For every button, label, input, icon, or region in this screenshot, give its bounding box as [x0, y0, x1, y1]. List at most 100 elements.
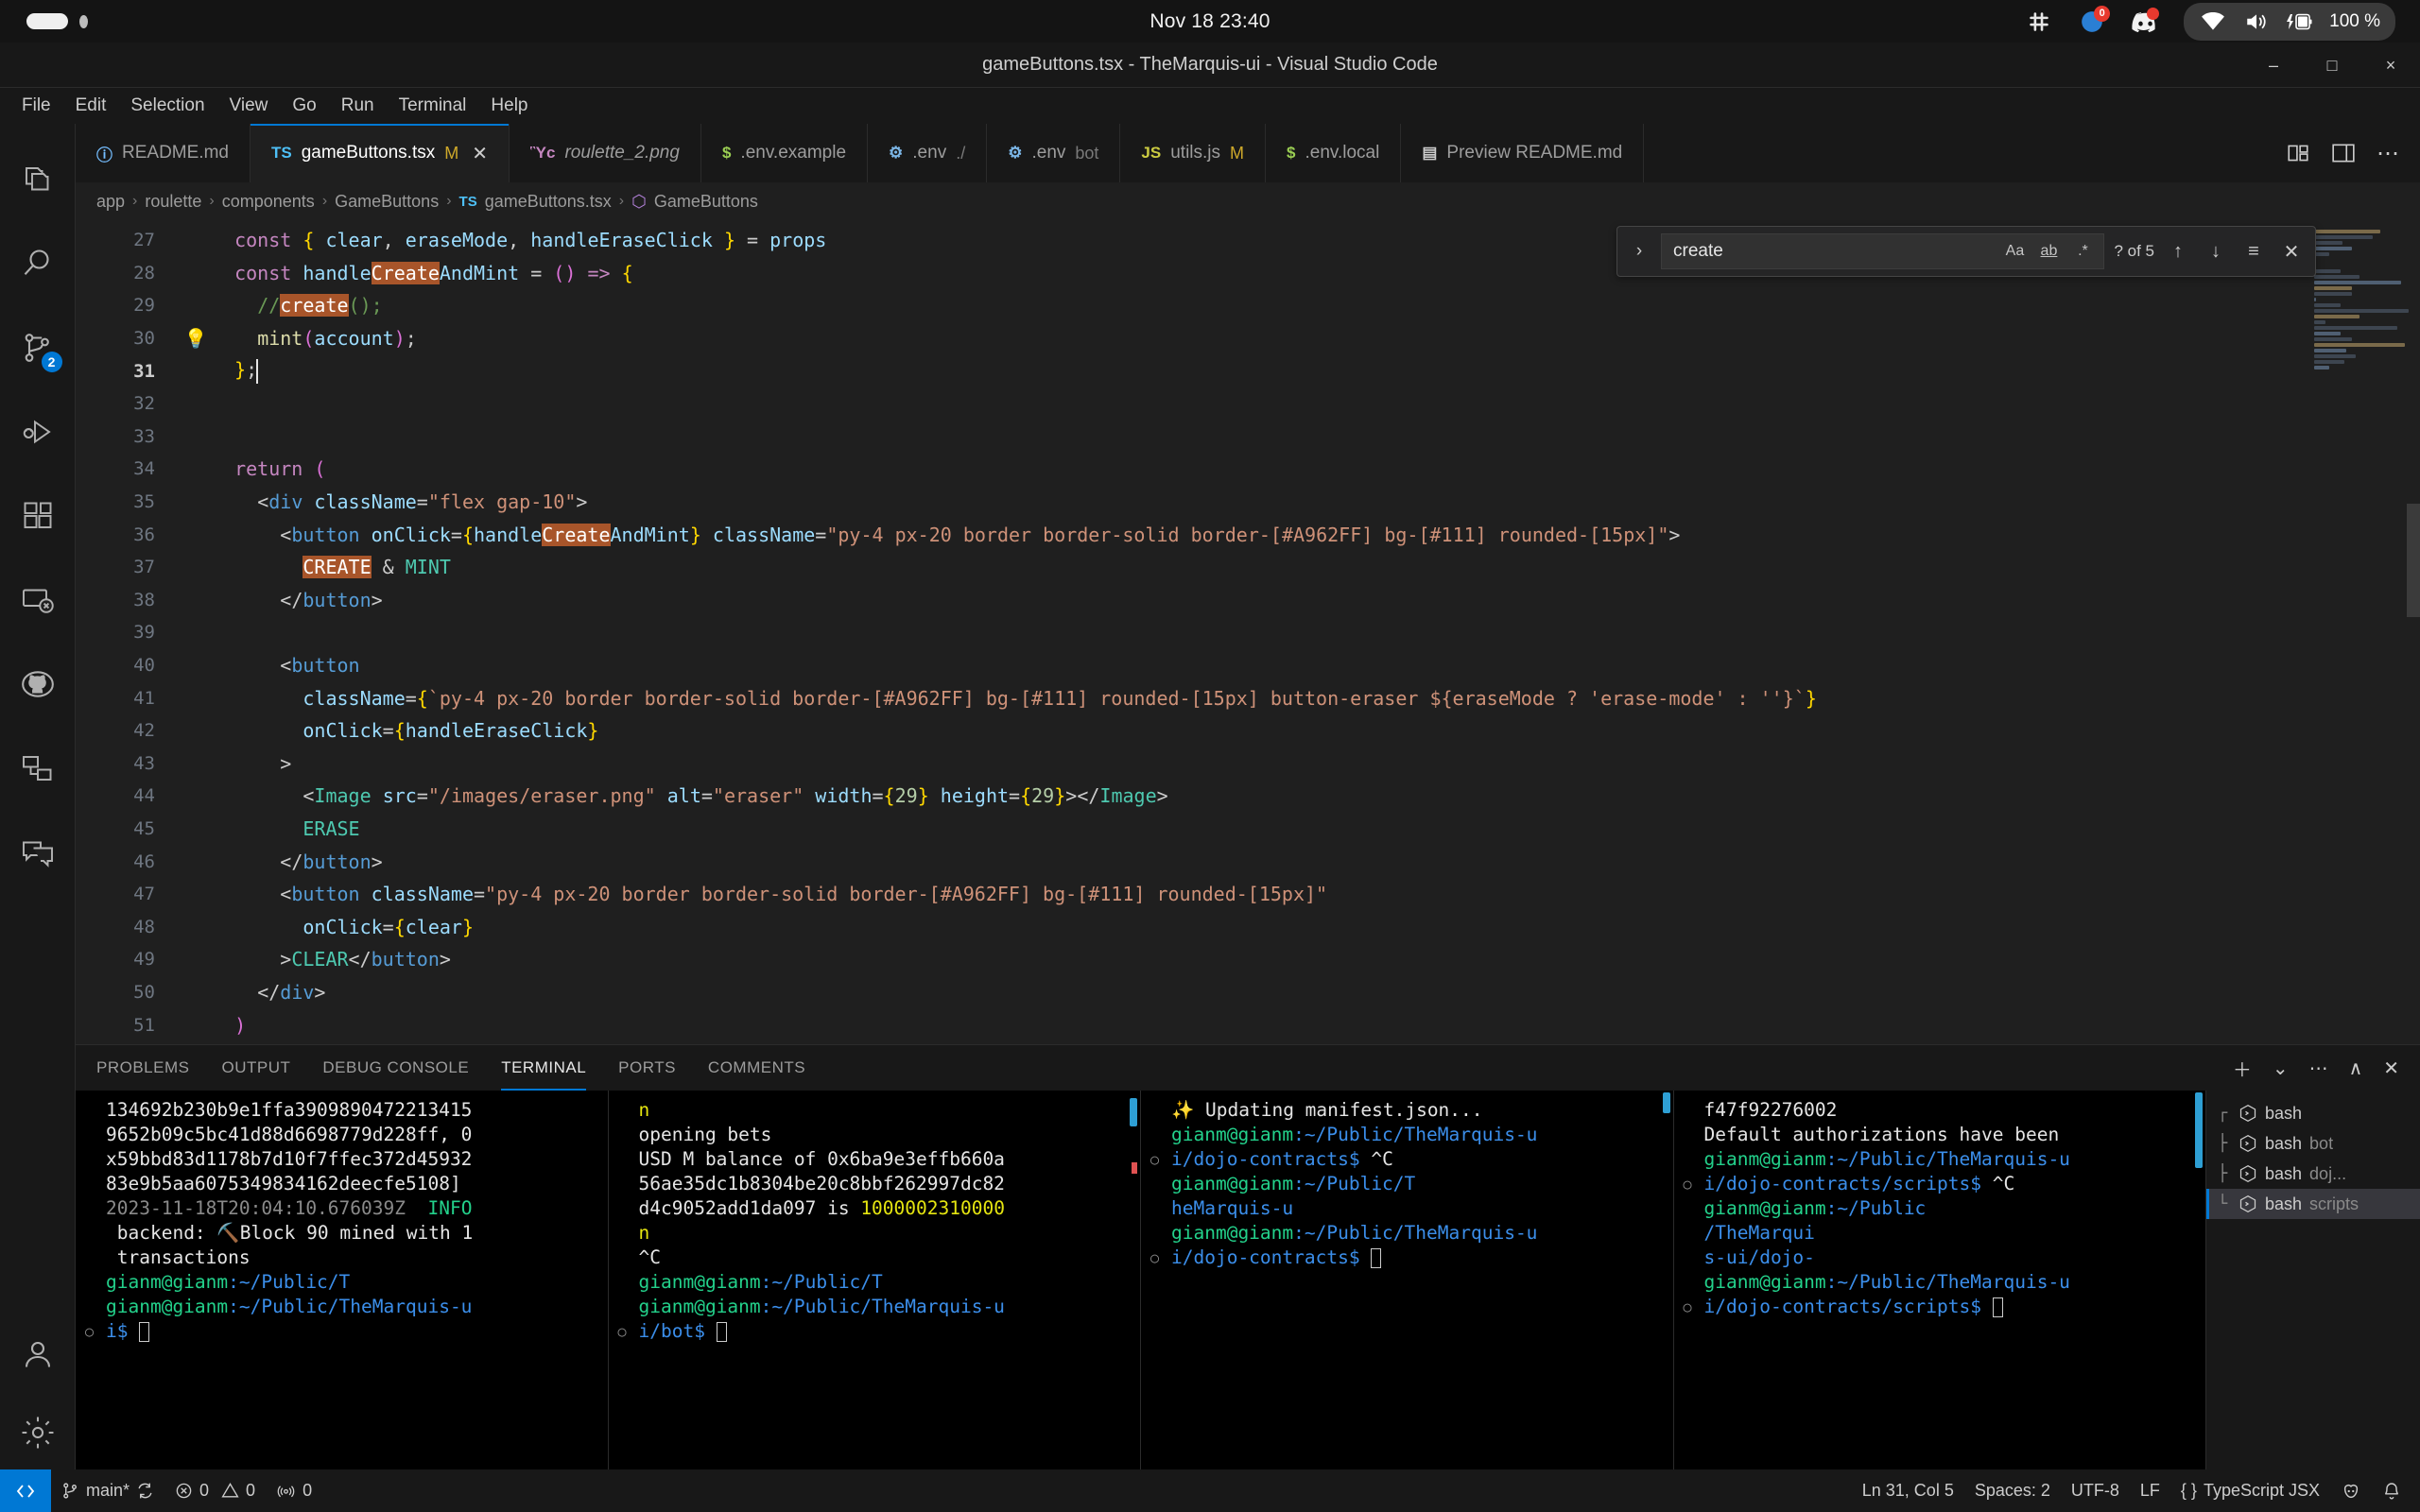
code-line[interactable]: 35 <div className="flex gap-10"> [76, 486, 2307, 519]
terminal-scrollbar[interactable] [1662, 1092, 1670, 1113]
terminal-scrollbar[interactable] [1130, 1098, 1137, 1126]
code-line[interactable]: 48 onClick={clear} [76, 910, 2307, 943]
sidebar-item-extensions[interactable] [0, 473, 76, 558]
editor-tab--env[interactable]: ⚙ .env ./ [868, 124, 988, 182]
toggle-replace-icon[interactable]: › [1627, 241, 1651, 262]
status-eol[interactable]: LF [2130, 1469, 2170, 1512]
code-lines[interactable]: 27 const { clear, eraseMode, handleErase… [76, 220, 2307, 1044]
code-line[interactable]: 39 [76, 616, 2307, 649]
terminal-dropdown-icon[interactable]: ⌄ [2273, 1057, 2289, 1080]
terminal-pane[interactable]: f47f92276002 Default authorizations have … [1673, 1091, 2206, 1469]
terminal-scrollbar[interactable] [2195, 1092, 2203, 1168]
new-terminal-icon[interactable]: ＋ [2233, 1055, 2252, 1082]
editor-tab-gamebuttons-tsx[interactable]: TS gameButtons.tsx M ✕ [250, 124, 510, 182]
tab-terminal[interactable]: TERMINAL [501, 1045, 587, 1091]
find-in-selection-icon[interactable]: ≡ [2239, 241, 2268, 263]
bell-icon[interactable] [2372, 1469, 2420, 1512]
status-branch[interactable]: main* [51, 1469, 164, 1512]
code-line[interactable]: 47 <button className="py-4 px-20 border … [76, 878, 2307, 911]
close-button[interactable]: × [2361, 43, 2420, 88]
sidebar-item-github[interactable] [0, 642, 76, 726]
sidebar-item-testing[interactable] [0, 726, 76, 810]
code-line[interactable]: 33 [76, 421, 2307, 454]
split-editor-icon[interactable] [2286, 142, 2310, 164]
status-encoding[interactable]: UTF-8 [2061, 1469, 2130, 1512]
minimap[interactable] [2307, 220, 2420, 1044]
menu-go[interactable]: Go [282, 93, 326, 119]
maximize-panel-icon[interactable]: ∧ [2349, 1057, 2363, 1080]
terminal-list-item[interactable]: ├ bash doj... [2206, 1159, 2420, 1189]
wifi-icon[interactable] [2199, 8, 2227, 36]
more-actions-icon[interactable]: ⋯ [2377, 140, 2399, 167]
code-line[interactable]: 30 💡 mint(account); [76, 322, 2307, 355]
terminal-list-item[interactable]: ┌ bash [2206, 1098, 2420, 1128]
menu-file[interactable]: File [11, 93, 61, 119]
terminal-list-item[interactable]: ├ bash bot [2206, 1128, 2420, 1159]
whole-word-icon[interactable]: ab [2035, 243, 2062, 260]
code-line[interactable]: 29 //create(); [76, 289, 2307, 322]
menu-terminal[interactable]: Terminal [389, 93, 477, 119]
remote-window-icon[interactable] [0, 1469, 51, 1512]
menu-view[interactable]: View [219, 93, 279, 119]
breadcrumb-item[interactable]: gameButtons.tsx [485, 192, 612, 212]
sidebar-item-remote-explorer[interactable] [0, 558, 76, 642]
code-line[interactable]: 45 ERASE [76, 813, 2307, 846]
settings-gear-icon[interactable] [0, 1396, 76, 1469]
maximize-button[interactable]: □ [2303, 43, 2361, 88]
editor-tab--env-local[interactable]: $ .env.local [1266, 124, 1402, 182]
terminal-list-item[interactable]: └ bash scripts [2206, 1189, 2420, 1219]
status-cursor-position[interactable]: Ln 31, Col 5 [1852, 1469, 1964, 1512]
minimize-button[interactable]: – [2244, 43, 2303, 88]
code-line[interactable]: 51 ) [76, 1008, 2307, 1041]
sidebar-item-source-control[interactable]: 2 [0, 305, 76, 389]
code-line[interactable]: 32 [76, 387, 2307, 421]
code-line[interactable]: 44 <Image src="/images/eraser.png" alt="… [76, 780, 2307, 813]
tab-problems[interactable]: PROBLEMS [96, 1045, 189, 1091]
tab-ports[interactable]: PORTS [618, 1045, 676, 1091]
status-problems[interactable]: 0 0 [164, 1469, 266, 1512]
sidebar-item-run-debug[interactable] [0, 389, 76, 473]
panel-more-actions-icon[interactable]: ⋯ [2309, 1057, 2328, 1080]
accounts-icon[interactable] [0, 1312, 76, 1396]
breadcrumb-item[interactable]: GameButtons [654, 192, 758, 212]
terminal-pane[interactable]: n opening bets USD M balance of 0x6ba9e3ef… [608, 1091, 1141, 1469]
tab-close-icon[interactable]: ✕ [472, 142, 488, 165]
find-widget[interactable]: › create Aa ab .* ? of 5 ↑ ↓ ≡ ✕ [1616, 226, 2316, 277]
prettier-icon[interactable] [2330, 1469, 2372, 1512]
status-language-mode[interactable]: { } TypeScript JSX [2170, 1469, 2330, 1512]
editor-tab-readme-md[interactable]: ⓘ README.md [76, 124, 251, 182]
battery-icon[interactable] [2286, 8, 2314, 36]
menu-run[interactable]: Run [331, 93, 385, 119]
close-find-icon[interactable]: ✕ [2277, 240, 2306, 264]
editor-tab-preview-readme-md[interactable]: ▤ Preview README.md [1401, 124, 1645, 182]
menu-selection[interactable]: Selection [120, 93, 215, 119]
find-previous-icon[interactable]: ↑ [2164, 241, 2192, 263]
breadcrumb-item[interactable]: roulette [145, 192, 201, 212]
tab-debug-console[interactable]: DEBUG CONSOLE [322, 1045, 469, 1091]
breadcrumb-item[interactable]: GameButtons [335, 192, 439, 212]
code-line[interactable]: 49 >CLEAR</button> [76, 943, 2307, 976]
breadcrumb-item[interactable]: app [96, 192, 125, 212]
menu-help[interactable]: Help [480, 93, 538, 119]
code-line[interactable]: 41 className={`py-4 px-20 border border-… [76, 681, 2307, 714]
slack-icon[interactable] [2025, 8, 2053, 36]
code-line[interactable]: 40 <button [76, 649, 2307, 682]
code-line[interactable]: 43 > [76, 747, 2307, 781]
terminal-list[interactable]: ┌ bash ├ bash bot ├ bash doj... └ bash scripts [2206, 1091, 2420, 1469]
editor-tab-utils-js[interactable]: JS utils.js M [1120, 124, 1267, 182]
volume-icon[interactable] [2242, 8, 2271, 36]
code-editor[interactable]: 27 const { clear, eraseMode, handleErase… [76, 220, 2420, 1044]
terminal-group[interactable]: 134692b230b9e1ffa3909890472213415 9652b09… [76, 1091, 2206, 1469]
os-tray-status-group[interactable]: 100 % [2184, 2, 2395, 41]
editor-tab--env-example[interactable]: $ .env.example [700, 124, 869, 182]
code-line[interactable]: 37 CREATE & MINT [76, 551, 2307, 584]
code-line[interactable]: 31 }; [76, 354, 2307, 387]
use-regex-icon[interactable]: .* [2069, 243, 2096, 260]
code-line[interactable]: 50 </div> [76, 976, 2307, 1009]
toggle-layout-icon[interactable] [2331, 142, 2356, 164]
editor-tab-roulette-2-png[interactable]: Ὓc roulette_2.png [510, 124, 701, 182]
status-ports[interactable]: 0 [266, 1469, 322, 1512]
status-indentation[interactable]: Spaces: 2 [1964, 1469, 2061, 1512]
code-line[interactable]: 36 <button onClick={handleCreateAndMint}… [76, 518, 2307, 551]
close-panel-icon[interactable]: ✕ [2383, 1057, 2399, 1080]
